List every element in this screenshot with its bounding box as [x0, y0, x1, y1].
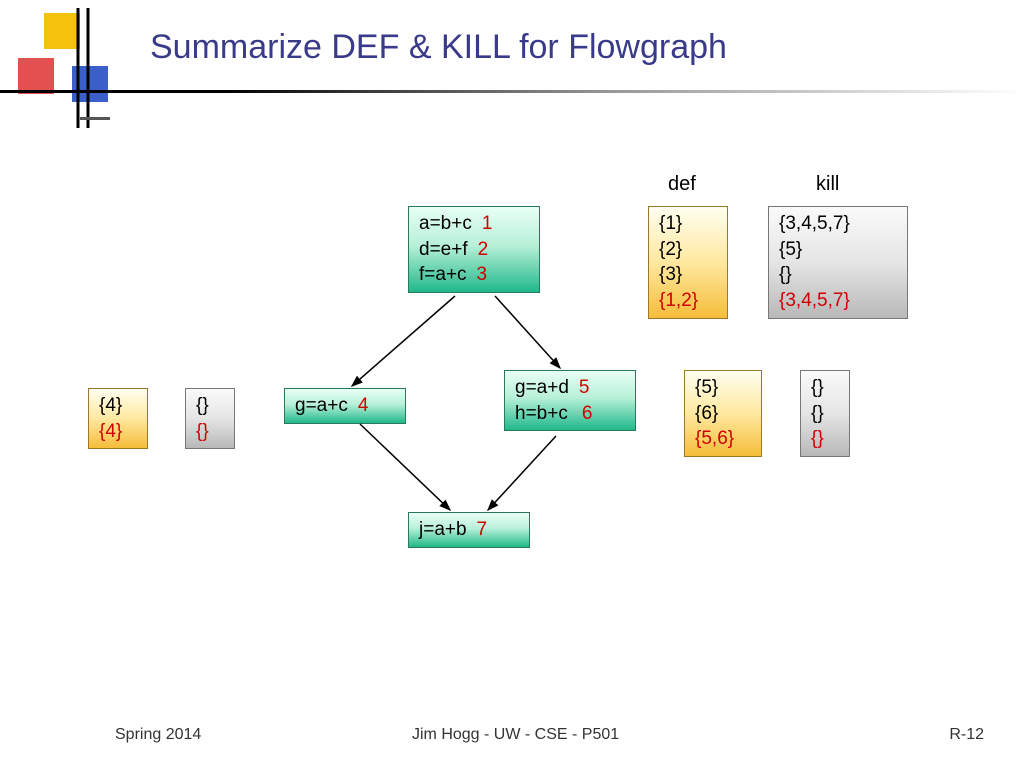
header-kill: kill — [816, 173, 839, 196]
b2-num1: 4 — [358, 395, 369, 416]
flow-node-b1: a=b+c 1 d=e+f 2 f=a+c 3 — [408, 206, 540, 293]
kill-b2-l1: {} — [196, 393, 224, 419]
kill-b3-l2: {} — [811, 401, 839, 427]
header-def: def — [668, 173, 696, 196]
flow-node-b4: j=a+b 7 — [408, 512, 530, 548]
title-underline-short — [80, 117, 110, 120]
b1-num2: 2 — [478, 239, 489, 260]
def-b2-l1: {4} — [99, 393, 137, 419]
kill-b1-l1: {3,4,5,7} — [779, 211, 897, 237]
kill-box-b1: {3,4,5,7} {5} {} {3,4,5,7} — [768, 206, 908, 319]
footer-center: Jim Hogg - UW - CSE - P501 — [412, 726, 619, 744]
def-b1-l3: {3} — [659, 262, 717, 288]
b3-expr1: g=a+d — [515, 377, 569, 398]
kill-b1-sum: {3,4,5,7} — [779, 288, 897, 314]
footer-left: Spring 2014 — [115, 726, 201, 744]
b3-num1: 5 — [579, 377, 590, 398]
b1-expr2: d=e+f — [419, 239, 468, 260]
kill-b1-l2: {5} — [779, 237, 897, 263]
flow-node-b2: g=a+c 4 — [284, 388, 406, 424]
footer-right: R-12 — [949, 726, 984, 744]
b1-expr1: a=b+c — [419, 213, 472, 234]
b3-expr2: h=b+c — [515, 403, 568, 424]
def-box-b2: {4} {4} — [88, 388, 148, 449]
kill-b1-l3: {} — [779, 262, 897, 288]
b2-expr1: g=a+c — [295, 395, 348, 416]
def-b1-l1: {1} — [659, 211, 717, 237]
def-box-b1: {1} {2} {3} {1,2} — [648, 206, 728, 319]
title-underline — [0, 90, 1024, 93]
b1-expr3: f=a+c — [419, 264, 467, 285]
slide-logo — [16, 8, 116, 133]
b1-num3: 3 — [477, 264, 488, 285]
kill-b2-sum: {} — [196, 419, 224, 445]
b4-expr1: j=a+b — [419, 519, 467, 540]
flow-node-b3: g=a+d 5 h=b+c 6 — [504, 370, 636, 431]
def-b1-l2: {2} — [659, 237, 717, 263]
def-b3-l2: {6} — [695, 401, 751, 427]
kill-box-b3: {} {} {} — [800, 370, 850, 457]
b3-num2: 6 — [582, 403, 593, 424]
b4-num1: 7 — [477, 519, 488, 540]
kill-b3-sum: {} — [811, 426, 839, 452]
def-b1-sum: {1,2} — [659, 288, 717, 314]
slide-title: Summarize DEF & KILL for Flowgraph — [150, 28, 727, 67]
kill-b3-l1: {} — [811, 375, 839, 401]
def-b2-sum: {4} — [99, 419, 137, 445]
kill-box-b2: {} {} — [185, 388, 235, 449]
def-box-b3: {5} {6} {5,6} — [684, 370, 762, 457]
def-b3-l1: {5} — [695, 375, 751, 401]
def-b3-sum: {5,6} — [695, 426, 751, 452]
b1-num1: 1 — [482, 213, 493, 234]
